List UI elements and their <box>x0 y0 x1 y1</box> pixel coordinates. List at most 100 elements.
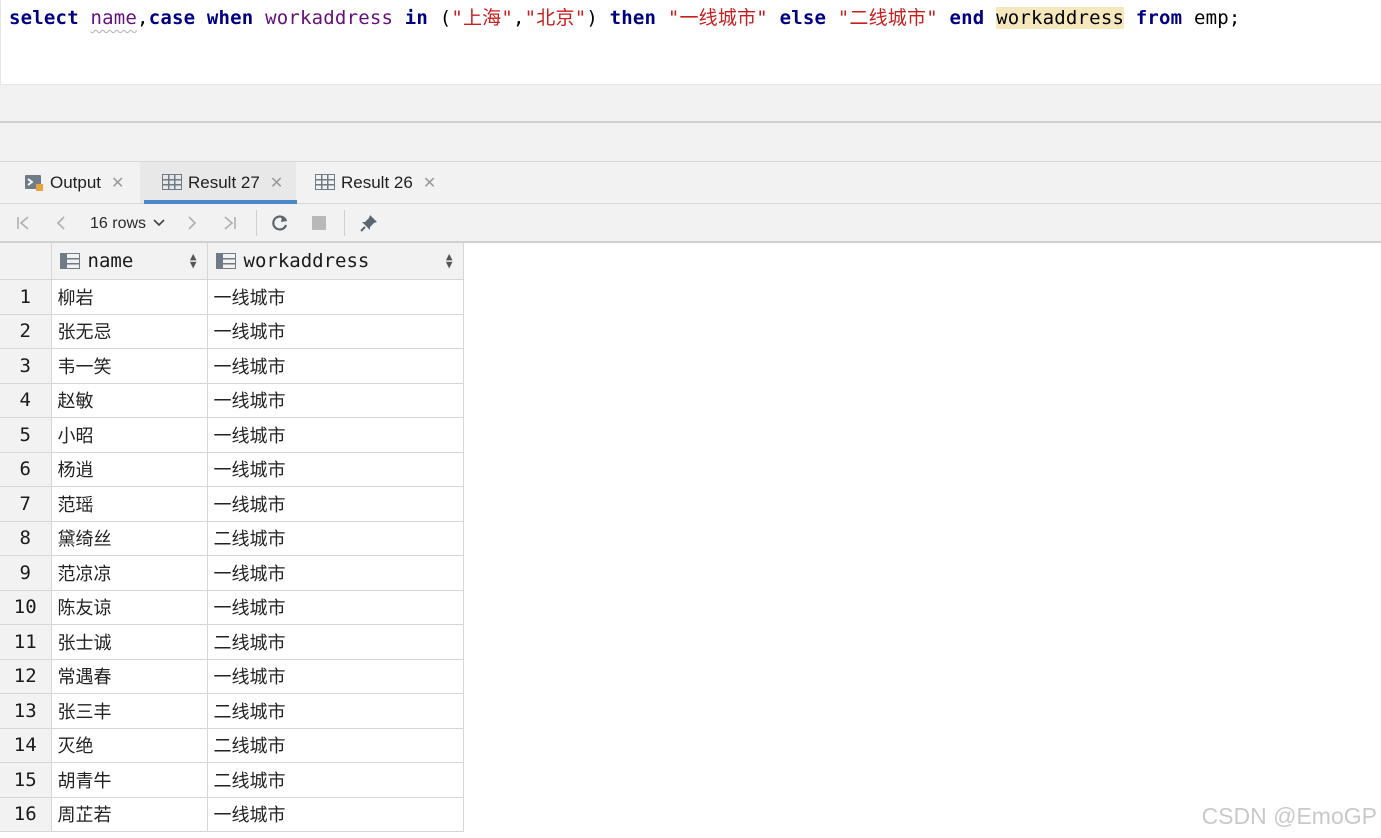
refresh-icon[interactable] <box>268 204 292 241</box>
results-tab-bar: Output ✕ Result 27 ✕ Result 26 ✕ <box>0 161 1381 204</box>
cell-workaddress[interactable]: 一线城市 <box>207 314 464 349</box>
row-number[interactable]: 16 <box>0 797 52 832</box>
cell-name[interactable]: 常遇春 <box>51 659 208 694</box>
cell-workaddress[interactable]: 一线城市 <box>207 348 464 384</box>
table-row[interactable]: 11 张士诚 二线城市 <box>0 624 464 660</box>
table-row[interactable]: 7 范瑶 一线城市 <box>0 486 464 522</box>
cell-workaddress[interactable]: 一线城市 <box>207 659 464 694</box>
table-row[interactable]: 13 张三丰 二线城市 <box>0 693 464 729</box>
sql-string: "上海" <box>451 7 514 29</box>
tab-output-label: Output <box>50 172 102 192</box>
result-grid: name ▲ ▼ workaddress ▲ ▼ 1 柳岩 一线城市 2 张无忌 一线城市 3 韦… <box>0 243 464 832</box>
row-number[interactable]: 3 <box>0 348 52 384</box>
close-icon[interactable]: ✕ <box>270 173 283 193</box>
table-row[interactable]: 16 周芷若 一线城市 <box>0 797 464 832</box>
row-number[interactable]: 1 <box>0 279 52 315</box>
sort-icon[interactable]: ▲ ▼ <box>190 251 197 270</box>
table-row[interactable]: 2 张无忌 一线城市 <box>0 314 464 349</box>
prev-page-icon[interactable] <box>50 204 72 241</box>
row-number[interactable]: 13 <box>0 693 52 729</box>
row-number[interactable]: 6 <box>0 452 52 487</box>
cell-workaddress[interactable]: 一线城市 <box>207 417 464 453</box>
cell-workaddress[interactable]: 二线城市 <box>207 521 464 556</box>
cell-workaddress[interactable]: 一线城市 <box>207 555 464 591</box>
cell-name[interactable]: 陈友谅 <box>51 590 208 625</box>
table-row[interactable]: 14 灭绝 二线城市 <box>0 728 464 763</box>
stop-icon[interactable] <box>308 204 330 241</box>
sql-keyword: select <box>9 7 79 29</box>
row-number[interactable]: 2 <box>0 314 52 349</box>
cell-name[interactable]: 小昭 <box>51 417 208 453</box>
cell-name[interactable]: 赵敏 <box>51 383 208 418</box>
table-row[interactable]: 4 赵敏 一线城市 <box>0 383 464 418</box>
row-number[interactable]: 15 <box>0 762 52 798</box>
grid-header-row: name ▲ ▼ workaddress ▲ ▼ <box>0 243 464 280</box>
sql-punct: ( <box>439 7 452 29</box>
cell-name[interactable]: 黛绮丝 <box>51 521 208 556</box>
next-page-icon[interactable] <box>181 204 203 241</box>
cell-workaddress[interactable]: 一线城市 <box>207 590 464 625</box>
tab-result-27[interactable]: Result 27 ✕ <box>143 162 298 204</box>
cell-workaddress[interactable]: 一线城市 <box>207 279 464 315</box>
sql-keyword: then <box>609 7 657 29</box>
first-page-icon[interactable] <box>12 204 34 241</box>
cell-name[interactable]: 周芷若 <box>51 797 208 832</box>
tab-output[interactable]: Output ✕ <box>24 162 124 203</box>
table-row[interactable]: 9 范凉凉 一线城市 <box>0 555 464 591</box>
row-number[interactable]: 14 <box>0 728 52 763</box>
cell-name[interactable]: 范瑶 <box>51 486 208 522</box>
cell-workaddress[interactable]: 二线城市 <box>207 693 464 729</box>
cell-name[interactable]: 张三丰 <box>51 693 208 729</box>
sort-icon[interactable]: ▲ ▼ <box>446 251 453 270</box>
table-row[interactable]: 10 陈友谅 一线城市 <box>0 590 464 625</box>
column-header-name[interactable]: name ▲ ▼ <box>51 243 208 280</box>
cell-workaddress[interactable]: 二线城市 <box>207 624 464 660</box>
pin-icon[interactable] <box>357 204 381 241</box>
table-row[interactable]: 5 小昭 一线城市 <box>0 417 464 453</box>
cell-name[interactable]: 张无忌 <box>51 314 208 349</box>
row-number[interactable]: 11 <box>0 624 52 660</box>
editor-gutter-area <box>0 84 1381 121</box>
cell-name[interactable]: 柳岩 <box>51 279 208 315</box>
cell-workaddress[interactable]: 一线城市 <box>207 797 464 832</box>
table-row[interactable]: 1 柳岩 一线城市 <box>0 279 464 315</box>
row-number[interactable]: 9 <box>0 555 52 591</box>
sql-keyword: from <box>1135 7 1183 29</box>
cell-name[interactable]: 张士诚 <box>51 624 208 660</box>
tab-result-26[interactable]: Result 26 ✕ <box>315 162 436 203</box>
row-number[interactable]: 12 <box>0 659 52 694</box>
cell-workaddress[interactable]: 二线城市 <box>207 762 464 798</box>
tab-result-27-label: Result 27 <box>188 172 260 192</box>
row-number[interactable]: 4 <box>0 383 52 418</box>
column-header-workaddress[interactable]: workaddress ▲ ▼ <box>207 243 464 280</box>
row-number[interactable]: 8 <box>0 521 52 556</box>
table-row[interactable]: 15 胡青牛 二线城市 <box>0 762 464 798</box>
row-number[interactable]: 7 <box>0 486 52 522</box>
sql-statement[interactable]: select name,case when workaddress in ("上… <box>9 3 1241 33</box>
result-table: name ▲ ▼ workaddress ▲ ▼ 1 柳岩 一线城市 2 张无忌 一线城市 3 韦… <box>0 243 464 832</box>
sql-identifier: name <box>90 7 138 29</box>
cell-name[interactable]: 灭绝 <box>51 728 208 763</box>
cell-name[interactable]: 胡青牛 <box>51 762 208 798</box>
cell-name[interactable]: 韦一笑 <box>51 348 208 384</box>
cell-name[interactable]: 杨逍 <box>51 452 208 487</box>
table-icon <box>315 173 335 192</box>
close-icon[interactable]: ✕ <box>111 173 124 193</box>
last-page-icon[interactable] <box>219 204 241 241</box>
cell-workaddress[interactable]: 二线城市 <box>207 728 464 763</box>
cell-workaddress[interactable]: 一线城市 <box>207 452 464 487</box>
toolbar-separator <box>344 210 345 236</box>
table-row[interactable]: 3 韦一笑 一线城市 <box>0 348 464 384</box>
row-count-dropdown[interactable]: 16 rows <box>90 204 166 241</box>
row-number[interactable]: 10 <box>0 590 52 625</box>
table-row[interactable]: 8 黛绮丝 二线城市 <box>0 521 464 556</box>
sql-alias-highlighted: workaddress <box>996 7 1125 29</box>
sql-editor[interactable]: select name,case when workaddress in ("上… <box>0 0 1381 84</box>
table-row[interactable]: 6 杨逍 一线城市 <box>0 452 464 487</box>
table-row[interactable]: 12 常遇春 一线城市 <box>0 659 464 694</box>
cell-name[interactable]: 范凉凉 <box>51 555 208 591</box>
row-number[interactable]: 5 <box>0 417 52 453</box>
cell-workaddress[interactable]: 一线城市 <box>207 383 464 418</box>
close-icon[interactable]: ✕ <box>423 173 436 193</box>
cell-workaddress[interactable]: 一线城市 <box>207 486 464 522</box>
